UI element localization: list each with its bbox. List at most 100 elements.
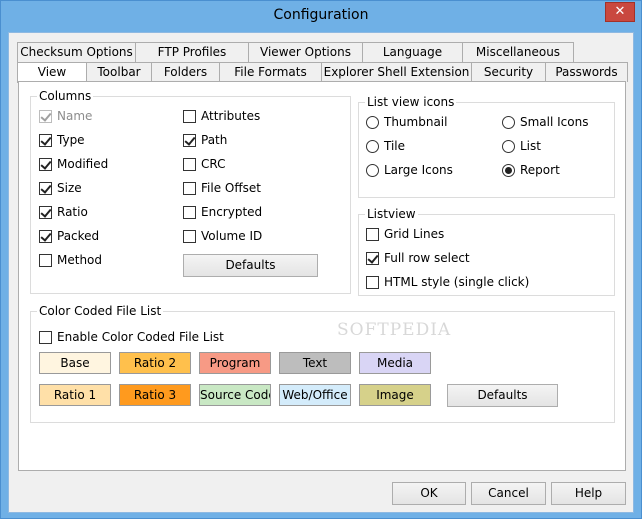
checkbox-box bbox=[39, 181, 52, 195]
checkbox-label: Size bbox=[57, 181, 82, 195]
checkbox-box bbox=[366, 275, 379, 289]
column-packed-checkbox[interactable]: Packed bbox=[39, 228, 99, 244]
checkbox-box bbox=[183, 229, 196, 243]
close-button[interactable]: ✕ bbox=[605, 2, 635, 22]
color-coded-group-label: Color Coded File List bbox=[37, 304, 164, 318]
tab-file-formats[interactable]: File Formats bbox=[219, 62, 322, 82]
swatch-ratio-3[interactable]: Ratio 3 bbox=[119, 384, 191, 406]
tab-folders[interactable]: Folders bbox=[151, 62, 220, 82]
columns-defaults-button[interactable]: Defaults bbox=[183, 254, 318, 277]
column-ratio-checkbox[interactable]: Ratio bbox=[39, 204, 88, 220]
tab-view[interactable]: View bbox=[17, 62, 87, 83]
checkbox-label: HTML style (single click) bbox=[384, 275, 530, 289]
tab-row-lower: View Toolbar Folders File Formats Explor… bbox=[17, 62, 628, 83]
swatch-program[interactable]: Program bbox=[199, 352, 271, 374]
checkbox-box bbox=[39, 253, 52, 267]
radio-label: Small Icons bbox=[520, 115, 589, 129]
checkbox-label: Enable Color Coded File List bbox=[57, 330, 224, 344]
grid-lines-checkbox[interactable]: Grid Lines bbox=[366, 226, 444, 242]
tab-viewer-options[interactable]: Viewer Options bbox=[248, 42, 363, 62]
column-file-offset-checkbox[interactable]: File Offset bbox=[183, 180, 261, 196]
column-type-checkbox[interactable]: Type bbox=[39, 132, 85, 148]
radio-circle bbox=[366, 163, 379, 177]
window-title: Configuration bbox=[273, 7, 369, 23]
swatch-media[interactable]: Media bbox=[359, 352, 431, 374]
list-view-icons-group-label: List view icons bbox=[365, 95, 457, 109]
radio-report[interactable]: Report bbox=[502, 162, 560, 178]
checkbox-label: Type bbox=[57, 133, 85, 147]
column-name-checkbox[interactable]: Name bbox=[39, 108, 92, 124]
radio-large-icons[interactable]: Large Icons bbox=[366, 162, 453, 178]
color-coded-group: Color Coded File List Enable Color Coded… bbox=[30, 304, 615, 423]
listview-group: Listview Grid Lines Full row select HTML… bbox=[358, 207, 615, 296]
ok-button[interactable]: OK bbox=[392, 482, 466, 505]
checkbox-label: Path bbox=[201, 133, 228, 147]
checkbox-label: Modified bbox=[57, 157, 109, 171]
tab-miscellaneous[interactable]: Miscellaneous bbox=[462, 42, 574, 62]
radio-circle bbox=[366, 139, 379, 153]
cancel-button[interactable]: Cancel bbox=[471, 482, 546, 505]
column-path-checkbox[interactable]: Path bbox=[183, 132, 227, 148]
checkbox-box bbox=[39, 109, 52, 123]
column-method-checkbox[interactable]: Method bbox=[39, 252, 102, 268]
swatch-ratio-2[interactable]: Ratio 2 bbox=[119, 352, 191, 374]
columns-group-label: Columns bbox=[37, 89, 94, 103]
swatch-source-code[interactable]: Source Code bbox=[199, 384, 271, 406]
swatch-text[interactable]: Text bbox=[279, 352, 351, 374]
swatch-image[interactable]: Image bbox=[359, 384, 431, 406]
radio-tile[interactable]: Tile bbox=[366, 138, 405, 154]
checkbox-label: Name bbox=[57, 109, 93, 123]
radio-thumbnail[interactable]: Thumbnail bbox=[366, 114, 447, 130]
html-style-checkbox[interactable]: HTML style (single click) bbox=[366, 274, 529, 290]
tab-ftp-profiles[interactable]: FTP Profiles bbox=[135, 42, 249, 62]
checkbox-label: Volume ID bbox=[201, 229, 263, 243]
enable-color-coded-checkbox[interactable]: Enable Color Coded File List bbox=[39, 329, 224, 345]
radio-circle bbox=[502, 139, 515, 153]
swatch-ratio-1[interactable]: Ratio 1 bbox=[39, 384, 111, 406]
tab-passwords[interactable]: Passwords bbox=[545, 62, 628, 82]
radio-label: Report bbox=[520, 163, 560, 177]
column-attributes-checkbox[interactable]: Attributes bbox=[183, 108, 260, 124]
checkbox-box bbox=[183, 133, 196, 147]
swatch-base[interactable]: Base bbox=[39, 352, 111, 374]
checkbox-box bbox=[183, 181, 196, 195]
checkbox-label: File Offset bbox=[201, 181, 261, 195]
radio-label: Thumbnail bbox=[384, 115, 448, 129]
checkbox-label: Attributes bbox=[201, 109, 261, 123]
checkbox-label: Method bbox=[57, 253, 103, 267]
listview-group-label: Listview bbox=[365, 207, 418, 221]
checkbox-box bbox=[39, 229, 52, 243]
radio-small-icons[interactable]: Small Icons bbox=[502, 114, 588, 130]
checkbox-label: CRC bbox=[201, 157, 226, 171]
column-encrypted-checkbox[interactable]: Encrypted bbox=[183, 204, 262, 220]
checkbox-label: Grid Lines bbox=[384, 227, 445, 241]
checkbox-label: Encrypted bbox=[201, 205, 263, 219]
radio-list[interactable]: List bbox=[502, 138, 541, 154]
help-button[interactable]: Help bbox=[551, 482, 626, 505]
tab-language[interactable]: Language bbox=[362, 42, 463, 62]
column-crc-checkbox[interactable]: CRC bbox=[183, 156, 226, 172]
column-size-checkbox[interactable]: Size bbox=[39, 180, 82, 196]
radio-label: Large Icons bbox=[384, 163, 453, 177]
column-modified-checkbox[interactable]: Modified bbox=[39, 156, 108, 172]
tab-checksum-options[interactable]: Checksum Options bbox=[17, 42, 136, 62]
color-defaults-button[interactable]: Defaults bbox=[447, 384, 558, 407]
checkbox-box bbox=[39, 205, 52, 219]
checkbox-label: Full row select bbox=[384, 251, 470, 265]
full-row-select-checkbox[interactable]: Full row select bbox=[366, 250, 470, 266]
checkbox-box bbox=[39, 330, 52, 344]
title-bar[interactable]: Configuration ✕ bbox=[1, 1, 641, 32]
radio-label: List bbox=[520, 139, 541, 153]
checkbox-box bbox=[183, 109, 196, 123]
column-volume-id-checkbox[interactable]: Volume ID bbox=[183, 228, 262, 244]
checkbox-box bbox=[39, 157, 52, 171]
configuration-window: Configuration ✕ Checksum Options FTP Pro… bbox=[0, 0, 642, 519]
swatch-web-office[interactable]: Web/Office bbox=[279, 384, 351, 406]
tab-row-upper: Checksum Options FTP Profiles Viewer Opt… bbox=[17, 42, 574, 62]
checkbox-box bbox=[183, 205, 196, 219]
radio-circle bbox=[502, 163, 515, 177]
tab-security[interactable]: Security bbox=[471, 62, 546, 82]
tab-explorer-shell-extension[interactable]: Explorer Shell Extension bbox=[321, 62, 472, 82]
tab-toolbar[interactable]: Toolbar bbox=[86, 62, 152, 82]
list-view-icons-group: List view icons Thumbnail Small Icons Ti… bbox=[358, 95, 615, 198]
